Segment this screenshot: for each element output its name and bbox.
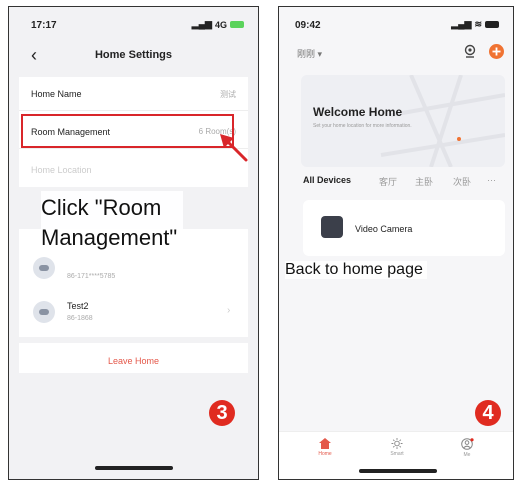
home-name-value: 测试 — [220, 90, 236, 99]
home-indicator — [95, 466, 173, 470]
tabbar-smart[interactable]: Smart — [377, 438, 417, 457]
step-badge: 3 — [209, 400, 235, 426]
room-management-highlight-box — [21, 114, 234, 148]
nav-header: ‹ Home Settings — [9, 41, 258, 71]
member-name[interactable]: Test2 — [67, 301, 89, 311]
page-title: Home Settings — [94, 49, 172, 61]
home-location-row[interactable]: Home Location — [19, 153, 248, 187]
device-name: Video Camera — [355, 224, 413, 234]
camera-device-icon — [321, 216, 343, 238]
right-phone-screen: 09:42 ▂▄▆ ≋ 刚刚 ▾ Welcome Home Set your h… — [278, 6, 514, 480]
tab-all-devices[interactable]: All Devices — [303, 175, 351, 185]
home-location-label: Home Location — [31, 165, 92, 175]
step-badge: 4 — [475, 400, 501, 426]
welcome-title: Welcome Home — [313, 105, 403, 119]
instruction-text: Click "Room Management" — [41, 191, 184, 257]
status-time: 17:17 — [31, 20, 57, 31]
signal-icon: ▂▄▆ — [451, 19, 472, 29]
home-name-row[interactable]: Home Name 测试 — [19, 77, 248, 111]
home-selector[interactable]: 刚刚 ▾ — [297, 47, 322, 60]
battery-icon — [230, 21, 244, 28]
home-selector-label: 刚刚 — [297, 49, 316, 59]
sun-icon — [391, 438, 403, 449]
member-avatar — [33, 301, 55, 323]
network-label: 4G — [214, 19, 227, 30]
status-icons: ▂▄▆ 4G — [192, 19, 244, 30]
member-phone: 86-1868 — [67, 315, 93, 322]
signal-icon: ▂▄▆ — [191, 19, 212, 29]
house-icon — [319, 438, 331, 449]
tabbar-me-label: Me — [463, 452, 471, 458]
member-phone: 86-171****5785 — [67, 273, 116, 280]
status-time: 09:42 — [295, 20, 321, 31]
instruction-line-1: Click "Room — [41, 195, 162, 220]
tabbar-me[interactable]: Me — [447, 438, 487, 458]
wifi-icon: ≋ — [474, 19, 482, 29]
status-icons: ▂▄▆ ≋ — [451, 19, 499, 30]
tab-living-room[interactable]: 客厅 — [379, 175, 397, 188]
camera-scan-icon[interactable] — [463, 44, 477, 58]
room-tabs: All Devices 客厅 主卧 次卧 ··· — [303, 175, 513, 191]
instruction-text: Back to home page — [285, 261, 427, 279]
welcome-subtitle: Set your home location for more informat… — [313, 123, 412, 129]
home-name-label: Home Name — [31, 89, 82, 99]
instruction-line-2: Management" — [41, 225, 178, 250]
bottom-tab-bar: Home Smart Me — [279, 431, 513, 479]
chevron-right-icon: › — [227, 305, 231, 316]
home-indicator — [359, 469, 437, 473]
chevron-down-icon: ▾ — [317, 49, 323, 59]
arrow-pointer-icon — [220, 134, 248, 162]
device-card-video-camera[interactable]: Video Camera — [303, 200, 505, 256]
member-avatar — [33, 257, 55, 279]
map-background — [380, 75, 505, 167]
leave-home-button[interactable]: Leave Home — [9, 356, 258, 366]
tab-master-bedroom[interactable]: 主卧 — [415, 175, 433, 188]
status-bar: 17:17 ▂▄▆ 4G — [9, 7, 258, 41]
tabs-more-icon[interactable]: ··· — [487, 175, 496, 185]
battery-icon — [485, 21, 499, 28]
status-bar: 09:42 ▂▄▆ ≋ — [279, 7, 513, 41]
tab-second-bedroom[interactable]: 次卧 — [453, 175, 471, 188]
welcome-card[interactable]: Welcome Home Set your home location for … — [301, 75, 505, 167]
add-device-icon[interactable] — [489, 44, 504, 59]
tabbar-home-label: Home — [318, 451, 332, 457]
tabbar-smart-label: Smart — [390, 451, 404, 457]
left-phone-screen: 17:17 ▂▄▆ 4G ‹ Home Settings Home Name 测… — [8, 6, 259, 480]
profile-icon — [460, 438, 474, 450]
tabbar-home[interactable]: Home — [305, 438, 345, 457]
